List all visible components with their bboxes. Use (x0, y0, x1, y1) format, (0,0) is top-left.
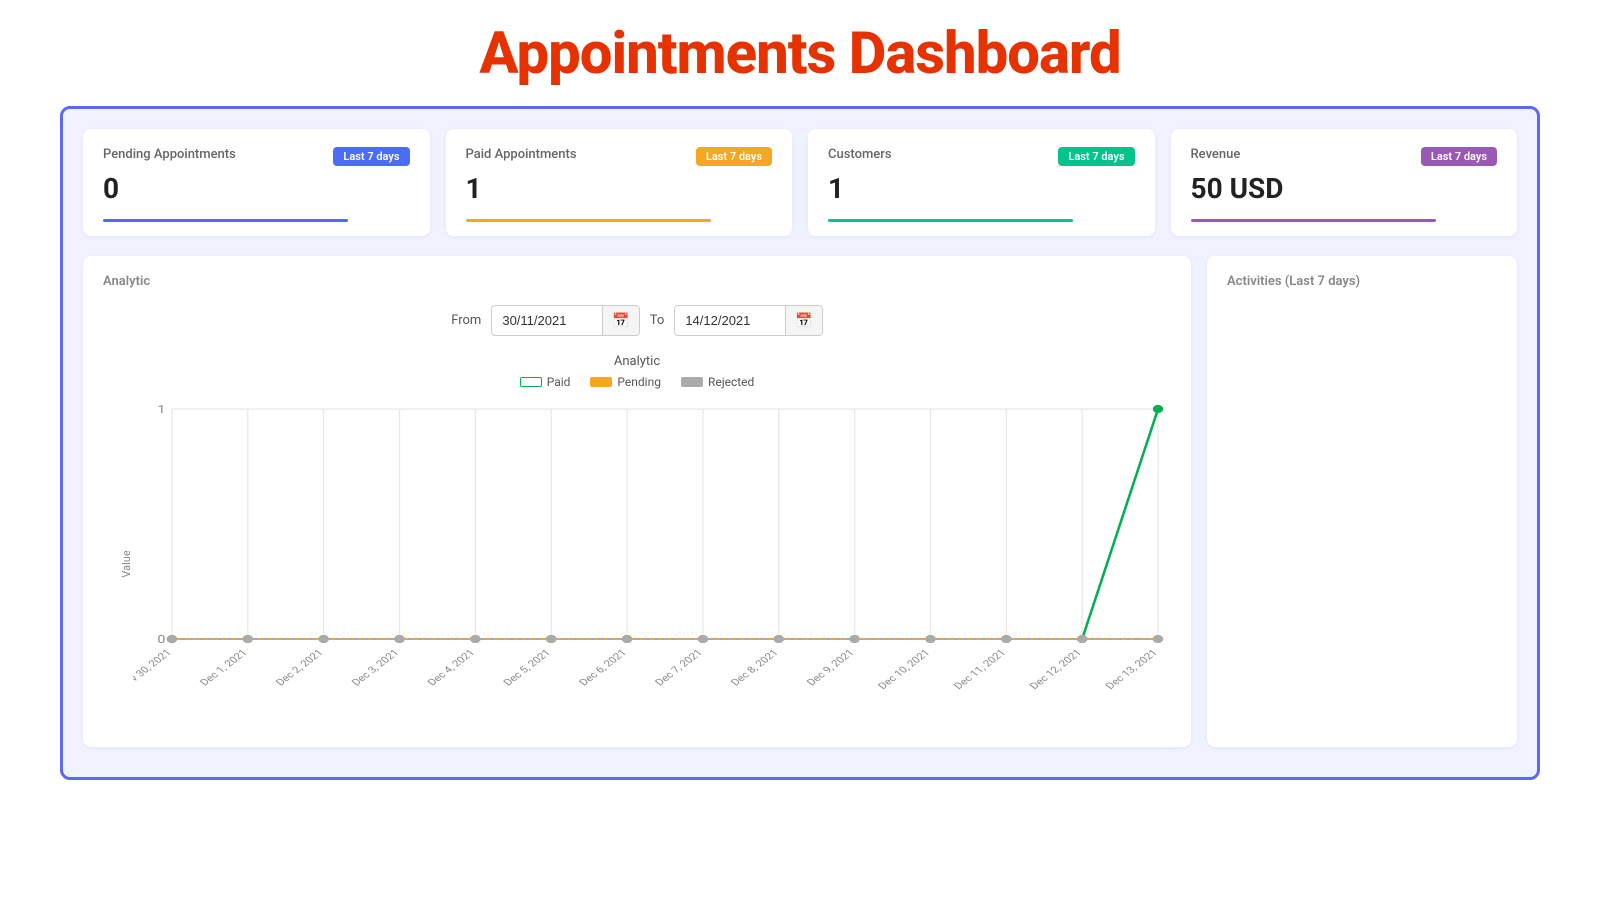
to-label: To (650, 313, 665, 328)
svg-text:Dec 3, 2021: Dec 3, 2021 (349, 647, 402, 688)
stat-card-1: Paid Appointments Last 7 days 1 (446, 129, 793, 236)
svg-text:Nov 30, 2021: Nov 30, 2021 (133, 647, 174, 692)
bottom-row: Analytic From 📅 To 📅 Analytic Paid (83, 256, 1517, 747)
stat-bar-0 (103, 219, 348, 222)
rejected-swatch (681, 377, 703, 387)
activities-card: Activities (Last 7 days) (1207, 256, 1517, 747)
svg-text:Dec 9, 2021: Dec 9, 2021 (804, 647, 857, 688)
svg-text:Dec 7, 2021: Dec 7, 2021 (652, 647, 705, 688)
svg-text:Dec 10, 2021: Dec 10, 2021 (875, 647, 933, 692)
stat-label-0: Pending Appointments (103, 147, 236, 162)
chart-legend: Paid Pending Rejected (103, 375, 1171, 389)
analytic-card: Analytic From 📅 To 📅 Analytic Paid (83, 256, 1191, 747)
stat-value-0: 0 (103, 172, 410, 205)
stat-badge-0: Last 7 days (333, 147, 409, 166)
stat-badge-2: Last 7 days (1058, 147, 1134, 166)
y-axis-label: Value (120, 550, 133, 577)
line-chart: 0 1 Nov 30, 2021 Dec 1, 2021 Dec 2, 2021 Dec … (133, 399, 1171, 699)
svg-text:Dec 8, 2021: Dec 8, 2021 (728, 647, 781, 688)
pending-label: Pending (617, 375, 661, 389)
rejected-label: Rejected (708, 375, 754, 389)
to-input-wrap: 📅 (674, 305, 822, 336)
stat-value-2: 1 (828, 172, 1135, 205)
pending-swatch (590, 377, 612, 387)
stat-label-1: Paid Appointments (466, 147, 577, 162)
stat-card-2: Customers Last 7 days 1 (808, 129, 1155, 236)
date-range-row: From 📅 To 📅 (103, 305, 1171, 336)
svg-text:Dec 1, 2021: Dec 1, 2021 (197, 647, 250, 688)
svg-text:Dec 2, 2021: Dec 2, 2021 (273, 647, 326, 688)
chart-area: Value 0 1 Nov 30, 2021 Dec 1, 2021 Dec 2, 20… (103, 399, 1171, 729)
stats-row: Pending Appointments Last 7 days 0 Paid … (83, 129, 1517, 236)
stat-card-0: Pending Appointments Last 7 days 0 (83, 129, 430, 236)
stat-value-3: 50 USD (1191, 172, 1498, 205)
stat-label-3: Revenue (1191, 147, 1241, 162)
svg-text:Dec 4, 2021: Dec 4, 2021 (424, 647, 477, 688)
to-date-input[interactable] (675, 307, 785, 334)
svg-text:0: 0 (157, 634, 165, 647)
paid-swatch (520, 377, 542, 387)
svg-text:Dec 6, 2021: Dec 6, 2021 (576, 647, 629, 688)
from-date-input[interactable] (492, 307, 602, 334)
paid-label: Paid (547, 375, 571, 389)
stat-bar-1 (466, 219, 711, 222)
stat-value-1: 1 (466, 172, 773, 205)
svg-text:Dec 13, 2021: Dec 13, 2021 (1102, 647, 1160, 692)
from-calendar-button[interactable]: 📅 (602, 306, 638, 335)
legend-paid: Paid (520, 375, 571, 389)
legend-pending: Pending (590, 375, 661, 389)
legend-rejected: Rejected (681, 375, 754, 389)
chart-title: Analytic (103, 354, 1171, 369)
page-title: Appointments Dashboard (0, 0, 1600, 106)
stat-badge-1: Last 7 days (696, 147, 772, 166)
stat-label-2: Customers (828, 147, 892, 162)
from-input-wrap: 📅 (491, 305, 639, 336)
svg-text:1: 1 (157, 404, 165, 417)
svg-text:Dec 11, 2021: Dec 11, 2021 (951, 647, 1009, 692)
from-label: From (451, 313, 481, 328)
activities-title: Activities (Last 7 days) (1227, 274, 1497, 289)
stat-card-3: Revenue Last 7 days 50 USD (1171, 129, 1518, 236)
stat-bar-3 (1191, 219, 1436, 222)
svg-text:Dec 12, 2021: Dec 12, 2021 (1027, 647, 1085, 692)
svg-text:Dec 5, 2021: Dec 5, 2021 (500, 647, 553, 688)
analytic-title: Analytic (103, 274, 1171, 289)
to-calendar-button[interactable]: 📅 (785, 306, 821, 335)
stat-badge-3: Last 7 days (1421, 147, 1497, 166)
stat-bar-2 (828, 219, 1073, 222)
dashboard-container: Pending Appointments Last 7 days 0 Paid … (60, 106, 1540, 780)
